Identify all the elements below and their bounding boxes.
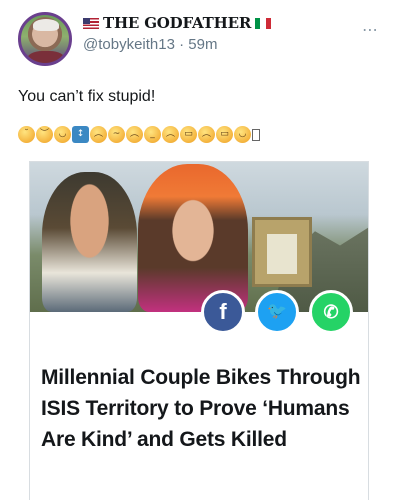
frowning-face-icon: ︵ — [162, 126, 179, 143]
unamused-face-icon: ˘ — [18, 126, 35, 143]
avatar-hair — [33, 19, 59, 31]
worried-face-icon: ︵ — [126, 126, 143, 143]
weary-face-icon: ▭ — [180, 126, 197, 143]
slightly-frowning-face-icon: ︵ — [90, 126, 107, 143]
whatsapp-share-icon[interactable]: ✆ — [309, 290, 353, 334]
photo-woman — [138, 164, 248, 312]
twitter-share-icon[interactable]: 🐦 — [255, 290, 299, 334]
emoji-row: ˘ ︶ ◡ ↕ ︵ ~ ︵ _ ︵ ▭ ︵ ▭ ◡ — [18, 126, 260, 143]
slightly-smiling-face-icon: ◡ — [54, 126, 71, 143]
disappointed-face-icon: ︶ — [36, 126, 53, 143]
author-handle[interactable]: @tobykeith13 — [83, 36, 175, 53]
tweet-header: THE GODFATHER @tobykeith13 · 59m — [83, 14, 343, 53]
avatar-shirt — [27, 51, 65, 63]
face-with-tears-of-joy-icon: ◡ — [234, 126, 251, 143]
author-name[interactable]: THE GODFATHER — [103, 14, 251, 32]
more-options-icon[interactable]: ⋯ — [362, 20, 379, 39]
up-down-arrow-icon: ↕ — [72, 126, 89, 143]
confused-face-icon: ~ — [108, 126, 125, 143]
photo-sign — [252, 217, 312, 287]
handle-row: @tobykeith13 · 59m — [83, 36, 343, 53]
link-card[interactable]: f 🐦 ✆ Millennial Couple Bikes Through IS… — [29, 161, 369, 500]
profile-avatar[interactable] — [18, 12, 72, 66]
loudly-crying-face-icon: ▭ — [216, 126, 233, 143]
unsupported-glyph-icon — [252, 128, 260, 141]
facebook-share-icon[interactable]: f — [201, 290, 245, 334]
photo-man — [42, 172, 137, 312]
author-name-row[interactable]: THE GODFATHER — [83, 14, 343, 32]
italy-flag-icon — [255, 17, 272, 29]
crying-face-icon: ︵ — [198, 126, 215, 143]
us-flag-icon — [83, 17, 99, 29]
separator-dot: · — [179, 36, 185, 53]
tweet-text: You can’t fix stupid! — [18, 88, 156, 105]
tweet-time[interactable]: 59m — [188, 36, 217, 53]
pensive-face-icon: _ — [144, 126, 161, 143]
card-photo[interactable] — [30, 162, 368, 312]
card-headline[interactable]: Millennial Couple Bikes Through ISIS Ter… — [41, 362, 361, 455]
